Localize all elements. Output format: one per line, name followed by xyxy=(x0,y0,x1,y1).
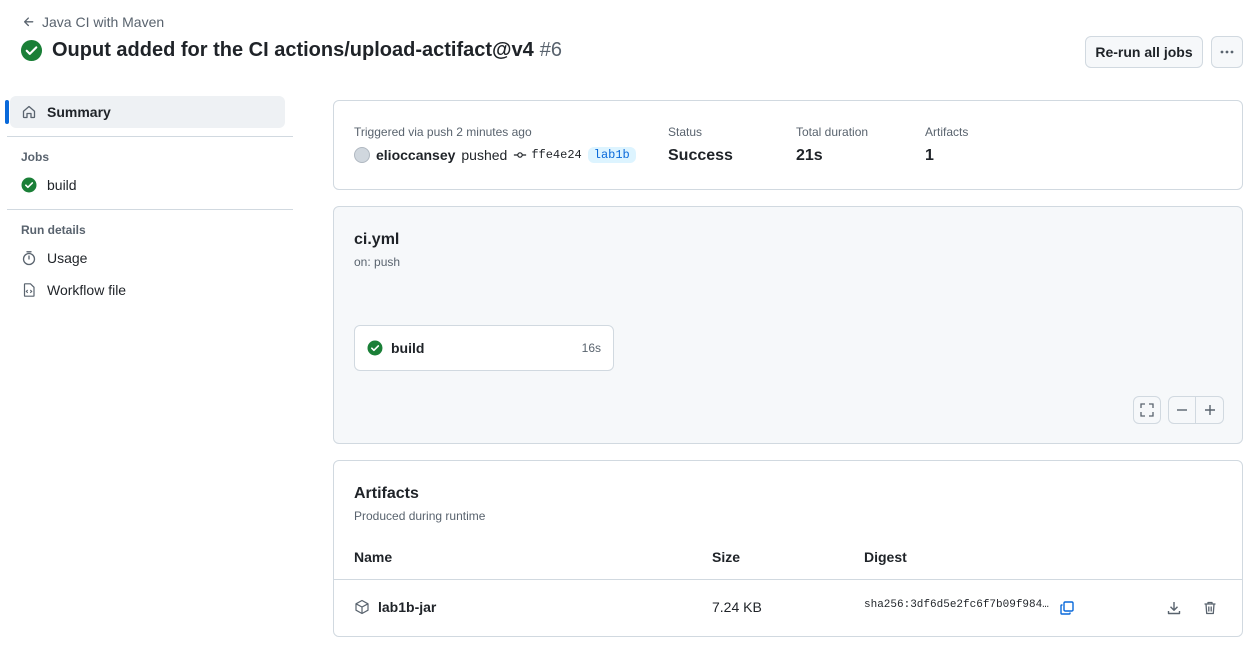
artifacts-subtitle: Produced during runtime xyxy=(354,509,486,523)
avatar[interactable] xyxy=(354,147,370,163)
sidebar-item-workflow-file[interactable]: Workflow file xyxy=(0,274,300,306)
sidebar-item-label: build xyxy=(47,177,77,193)
sidebar-item-job-build[interactable]: build xyxy=(0,169,300,201)
artifact-size-value: 7.24 KB xyxy=(712,599,762,615)
commit-sha[interactable]: ffe4e24 xyxy=(531,148,581,162)
arrow-left-icon xyxy=(23,17,34,27)
artifacts-count-value[interactable]: 1 xyxy=(925,147,968,165)
run-summary-card: Triggered via push 2 minutes ago eliocca… xyxy=(333,100,1243,190)
artifact-size: 7.24 KB xyxy=(712,599,762,615)
page-title-row: Ouput added for the CI actions/upload-ac… xyxy=(20,39,562,62)
divider xyxy=(7,136,293,137)
divider xyxy=(334,579,1242,580)
kebab-horizontal-icon xyxy=(1220,50,1234,54)
artifacts-title: Artifacts xyxy=(354,485,419,502)
sidebar-item-summary[interactable]: Summary xyxy=(5,96,285,128)
download-artifact-button[interactable] xyxy=(1164,598,1184,618)
artifacts-count-label: Artifacts xyxy=(925,125,969,139)
job-node-duration: 16s xyxy=(581,341,601,355)
divider xyxy=(7,209,293,210)
workflow-graph-card: ci.yml on: push build 16s xyxy=(333,206,1243,444)
trigger-line: elioccansey pushed ffe4e24 lab1b xyxy=(354,147,636,163)
zoom-controls xyxy=(1168,396,1224,424)
job-node-build[interactable]: build 16s xyxy=(354,325,614,371)
status-info: Status Success xyxy=(668,125,733,165)
duration-value: 21s xyxy=(796,147,823,164)
duration-info: Total duration 21s xyxy=(796,125,868,165)
sidebar: Summary Jobs build Run details Usage Wor… xyxy=(0,96,300,306)
package-icon xyxy=(355,599,369,615)
delete-artifact-button[interactable] xyxy=(1200,598,1220,618)
artifact-digest: sha256:3df6d5e2fc6f7b09f984… xyxy=(864,599,1049,611)
column-header-digest: Digest xyxy=(864,549,907,565)
commit-link[interactable]: ffe4e24 xyxy=(513,148,582,162)
zoom-out-button[interactable] xyxy=(1168,396,1196,424)
plus-icon xyxy=(1204,405,1215,415)
workflow-trigger: on: push xyxy=(354,255,401,269)
actor-link[interactable]: elioccansey xyxy=(376,147,455,163)
download-icon xyxy=(1167,602,1181,615)
workflow-file-name: ci.yml xyxy=(354,231,400,248)
check-circle-fill-icon xyxy=(21,177,37,193)
column-header-name: Name xyxy=(354,549,393,565)
sidebar-item-label: Workflow file xyxy=(47,282,127,298)
sidebar-item-label: Usage xyxy=(47,250,88,266)
copy-digest-button[interactable] xyxy=(1057,598,1077,618)
check-circle-fill-icon xyxy=(20,39,43,62)
fullscreen-control xyxy=(1133,396,1161,424)
dash-icon xyxy=(1177,409,1187,411)
duration-label: Total duration xyxy=(796,125,869,139)
stopwatch-icon xyxy=(22,251,36,266)
zoom-in-button[interactable] xyxy=(1196,396,1224,424)
artifacts-count-info: Artifacts 1 xyxy=(925,125,968,165)
rerun-all-jobs-button[interactable]: Re-run all jobs xyxy=(1085,36,1203,68)
back-link[interactable]: Java CI with Maven xyxy=(22,14,164,30)
action-text: pushed xyxy=(461,147,508,163)
fullscreen-button[interactable] xyxy=(1133,396,1161,424)
artifact-name-cell: lab1b-jar xyxy=(354,599,436,615)
run-number: #6 xyxy=(539,39,563,61)
home-icon xyxy=(22,105,36,119)
page-title: Ouput added for the CI actions/upload-ac… xyxy=(52,39,562,62)
check-circle-fill-icon xyxy=(367,340,383,356)
status-value: Success xyxy=(668,147,733,164)
sidebar-item-label: Summary xyxy=(47,104,111,120)
sidebar-heading-jobs: Jobs xyxy=(21,150,50,164)
trigger-text: Triggered via push 2 minutes ago xyxy=(354,125,532,139)
trigger-info: Triggered via push 2 minutes ago eliocca… xyxy=(354,125,636,163)
branch-tag[interactable]: lab1b xyxy=(587,147,636,163)
run-title: Ouput added for the CI actions/upload-ac… xyxy=(52,39,534,61)
status-label: Status xyxy=(668,125,703,139)
back-link-label[interactable]: Java CI with Maven xyxy=(42,14,164,30)
screen-full-icon xyxy=(1140,403,1154,417)
trash-icon xyxy=(1204,601,1216,615)
copy-icon xyxy=(1060,601,1074,615)
git-commit-icon xyxy=(514,152,527,158)
column-header-size: Size xyxy=(712,549,741,565)
sidebar-item-usage[interactable]: Usage xyxy=(0,242,300,274)
sidebar-heading-run-details: Run details xyxy=(21,223,86,237)
job-node-name: build xyxy=(391,340,425,356)
file-code-icon xyxy=(23,283,35,297)
artifact-name-link[interactable]: lab1b-jar xyxy=(378,599,436,615)
artifacts-card: Artifacts Produced during runtime Name S… xyxy=(333,460,1243,637)
artifact-digest-value: sha256:3df6d5e2fc6f7b09f984… xyxy=(864,599,1049,611)
more-options-button[interactable] xyxy=(1211,36,1243,68)
